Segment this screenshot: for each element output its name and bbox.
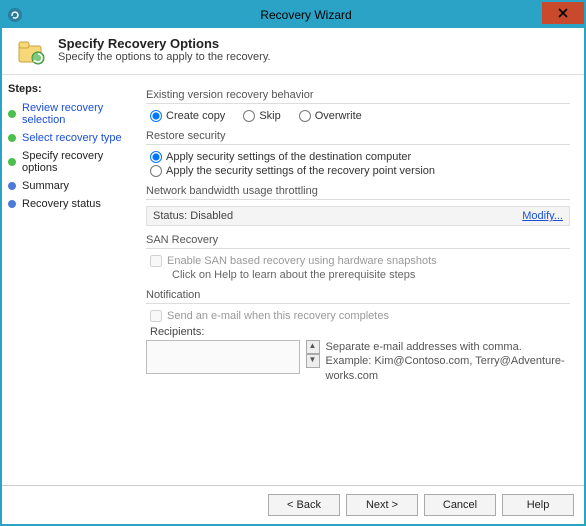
step-recovery-status: Recovery status xyxy=(8,195,130,213)
notification-title: Notification xyxy=(146,289,570,301)
throttling-title: Network bandwidth usage throttling xyxy=(146,185,570,197)
radio-security-destination[interactable]: Apply security settings of the destinati… xyxy=(150,151,570,163)
help-button[interactable]: Help xyxy=(502,494,574,516)
step-review-recovery-selection[interactable]: Review recovery selection xyxy=(8,99,130,129)
step-select-recovery-type[interactable]: Select recovery type xyxy=(8,129,130,147)
checkbox-send-email xyxy=(150,310,162,322)
recipients-spinner: ▲ ▼ xyxy=(306,340,320,368)
back-button[interactable]: < Back xyxy=(268,494,340,516)
throttling-status-row: Status: Disabled Modify... xyxy=(146,206,570,226)
radio-overwrite[interactable]: Overwrite xyxy=(299,110,362,122)
radio-security-recovery-point[interactable]: Apply the security settings of the recov… xyxy=(150,165,570,177)
send-email-label: Send an e-mail when this recovery comple… xyxy=(167,310,389,322)
wizard-footer: < Back Next > Cancel Help xyxy=(2,485,584,524)
close-icon xyxy=(557,7,569,19)
page-title: Specify Recovery Options xyxy=(58,36,271,51)
spin-down-icon: ▼ xyxy=(306,354,320,368)
recipients-label: Recipients: xyxy=(146,326,570,338)
san-recovery-title: SAN Recovery xyxy=(146,234,570,246)
spin-up-icon: ▲ xyxy=(306,340,320,354)
recipients-input xyxy=(146,340,300,374)
radio-skip[interactable]: Skip xyxy=(243,110,280,122)
restore-security-title: Restore security xyxy=(146,130,570,142)
step-specify-recovery-options: Specify recovery options xyxy=(8,147,130,177)
radio-create-copy[interactable]: Create copy xyxy=(150,110,225,122)
steps-title: Steps: xyxy=(8,83,130,95)
throttling-status: Status: Disabled xyxy=(153,210,233,222)
page-subtitle: Specify the options to apply to the reco… xyxy=(58,51,271,63)
recipients-hint: Separate e-mail addresses with comma. Ex… xyxy=(326,340,571,383)
san-help-hint: Click on Help to learn about the prerequ… xyxy=(146,269,570,281)
options-panel: Existing version recovery behavior Creat… xyxy=(136,75,584,485)
steps-panel: Steps: Review recovery selection Select … xyxy=(2,75,136,485)
next-button[interactable]: Next > xyxy=(346,494,418,516)
cancel-button[interactable]: Cancel xyxy=(424,494,496,516)
window-title: Recovery Wizard xyxy=(28,8,584,22)
existing-version-title: Existing version recovery behavior xyxy=(146,89,570,101)
close-button[interactable] xyxy=(542,2,584,24)
modify-link[interactable]: Modify... xyxy=(522,210,563,222)
app-icon xyxy=(2,2,28,28)
wizard-header: Specify Recovery Options Specify the opt… xyxy=(2,28,584,75)
san-enable-label: Enable SAN based recovery using hardware… xyxy=(167,255,437,267)
recovery-wizard-window: Recovery Wizard Specify Recovery Options… xyxy=(0,0,586,526)
checkbox-enable-san xyxy=(150,255,162,267)
title-bar: Recovery Wizard xyxy=(2,2,584,28)
step-summary: Summary xyxy=(8,177,130,195)
wizard-header-icon xyxy=(16,36,48,68)
